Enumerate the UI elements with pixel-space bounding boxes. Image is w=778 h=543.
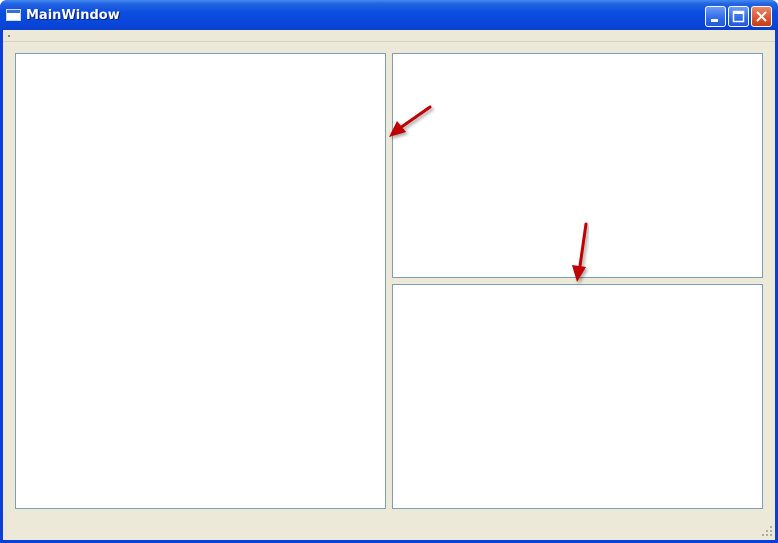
minimize-icon — [711, 19, 718, 22]
left-pane[interactable] — [15, 53, 386, 509]
close-icon — [756, 11, 767, 22]
resize-grip-icon[interactable] — [761, 525, 773, 537]
menu-bar-handle — [8, 35, 10, 37]
minimize-button[interactable] — [705, 6, 726, 27]
title-bar[interactable]: MainWindow — [0, 0, 778, 30]
close-button[interactable] — [751, 6, 772, 27]
maximize-icon — [732, 10, 745, 23]
window-icon — [6, 9, 21, 21]
window-title: MainWindow — [26, 8, 120, 23]
maximize-button[interactable] — [728, 6, 749, 27]
main-window: MainWindow — [0, 0, 778, 543]
client-area — [3, 30, 775, 540]
top-right-pane[interactable] — [392, 53, 763, 278]
bottom-right-pane[interactable] — [392, 284, 763, 509]
menu-bar[interactable] — [3, 30, 775, 42]
